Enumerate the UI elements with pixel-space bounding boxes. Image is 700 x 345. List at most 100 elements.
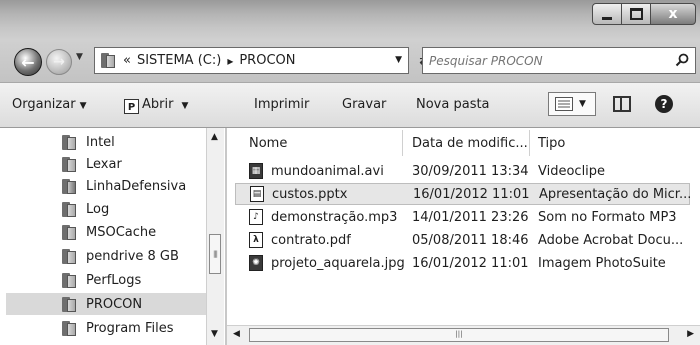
sidebar-item-procon[interactable]: PROCON <box>6 293 206 315</box>
sidebar-item-label: Intel <box>86 134 115 150</box>
presentation-file-icon: ▤ <box>250 186 264 202</box>
pdf-file-icon: λ <box>249 232 263 248</box>
command-bar: Organizar ▼ P Abrir ▼ Imprimir Gravar Nova … <box>0 82 700 128</box>
chevron-down-icon: ▼ <box>181 101 189 111</box>
search-input[interactable] <box>429 52 659 69</box>
navigation-pane: Intel Lexar LinhaDefensiva Log MSOCache … <box>0 128 226 345</box>
help-icon[interactable]: ? <box>655 95 673 113</box>
file-type: Apresentação do Micr... <box>539 187 692 202</box>
title-bar: x <box>0 0 700 40</box>
file-date: 14/01/2011 23:26 <box>412 210 529 225</box>
minimize-icon <box>602 16 612 20</box>
sidebar-item-log[interactable]: Log <box>6 198 206 220</box>
column-header-date[interactable]: Data de modific... <box>412 128 528 158</box>
file-name: custos.pptx <box>272 187 348 202</box>
column-header-type[interactable]: Tipo <box>538 128 565 158</box>
search-icon[interactable] <box>675 53 689 67</box>
back-arrow-icon: ← <box>21 52 35 72</box>
file-list: Nome Data de modific... Tipo ▦ mundoanim… <box>227 128 700 345</box>
sidebar-item-msocache[interactable]: MSOCache <box>6 221 206 243</box>
organize-label: Organizar <box>12 97 76 112</box>
file-type: Videoclipe <box>538 164 606 179</box>
horizontal-scrollbar[interactable]: ◀ ||| ▶ <box>227 325 700 345</box>
back-button[interactable]: ← <box>14 48 42 76</box>
address-bar[interactable]: « SISTEMA (C:) ▸ PROCON ▼ <box>94 47 409 74</box>
navigation-scrollbar[interactable]: ▲ ||| ▼ <box>206 128 224 345</box>
open-label: Abrir <box>142 97 174 112</box>
burn-label: Gravar <box>342 97 387 112</box>
print-label: Imprimir <box>254 97 310 112</box>
column-header-label: Nome <box>249 135 288 151</box>
close-icon: x <box>668 6 678 22</box>
folder-icon <box>101 53 115 68</box>
window-controls: x <box>592 3 696 25</box>
file-name: projeto_aquarela.jpg <box>271 256 405 271</box>
table-row[interactable]: ▤ custos.pptx 16/01/2012 11:01 Apresenta… <box>235 183 692 205</box>
chevron-down-icon: ▼ <box>79 101 87 111</box>
preview-pane-icon[interactable] <box>613 96 631 112</box>
new-folder-button[interactable]: Nova pasta <box>416 97 490 112</box>
folder-icon <box>62 134 76 150</box>
column-divider[interactable] <box>402 130 403 156</box>
sidebar-item-label: MSOCache <box>86 224 157 240</box>
search-box[interactable] <box>422 47 696 74</box>
burn-button[interactable]: Gravar <box>342 97 386 112</box>
address-dropdown-icon[interactable]: ▼ <box>395 55 402 65</box>
file-type: Som no Formato MP3 <box>538 210 677 225</box>
minimize-button[interactable] <box>592 3 622 25</box>
change-view-button[interactable]: ▼ <box>548 92 596 116</box>
sidebar-item-label: PerfLogs <box>86 272 142 288</box>
maximize-icon <box>629 8 643 20</box>
folder-icon <box>62 201 76 217</box>
forward-button[interactable]: → <box>46 49 72 75</box>
organize-button[interactable]: Organizar ▼ <box>12 97 86 112</box>
sidebar-item-perflogs[interactable]: PerfLogs <box>6 269 206 291</box>
close-button[interactable]: x <box>650 3 696 25</box>
address-overflow[interactable]: « <box>123 53 131 68</box>
table-row[interactable]: ♪ demonstração.mp3 14/01/2011 23:26 Som … <box>235 207 690 229</box>
sidebar-item-lexar[interactable]: Lexar <box>6 153 206 175</box>
breadcrumb-procon[interactable]: PROCON <box>239 53 295 68</box>
sidebar-item-program-files[interactable]: Program Files <box>6 317 206 339</box>
column-header-label: Tipo <box>538 135 566 151</box>
file-type: Adobe Acrobat Docu... <box>538 233 684 248</box>
shared-folder-icon <box>62 178 76 194</box>
column-header-label: Data de modific... <box>412 135 528 151</box>
sidebar-item-label: Program Files <box>86 320 174 336</box>
recent-pages-dropdown[interactable]: ▼ <box>76 52 83 62</box>
breadcrumb-sistema[interactable]: SISTEMA (C:) <box>137 53 221 68</box>
forward-arrow-icon: → <box>53 54 65 70</box>
column-divider[interactable] <box>529 130 530 156</box>
address-row: ← → ▼ « SISTEMA (C:) ▸ PROCON ▼ ⇄ <box>0 40 700 82</box>
video-file-icon: ▦ <box>249 163 263 179</box>
image-file-icon: ✺ <box>249 255 263 271</box>
file-name: demonstração.mp3 <box>271 210 398 225</box>
folder-icon <box>62 320 76 336</box>
maximize-button[interactable] <box>621 3 651 25</box>
table-row[interactable]: λ contrato.pdf 05/08/2011 18:46 Adobe Ac… <box>235 230 690 252</box>
column-header-name[interactable]: Nome <box>249 128 287 158</box>
folder-icon <box>62 224 76 240</box>
chevron-down-icon: ▼ <box>76 52 83 62</box>
folder-icon <box>62 272 76 288</box>
scroll-right-icon[interactable]: ▶ <box>687 329 694 339</box>
scroll-left-icon[interactable]: ◀ <box>233 329 240 339</box>
file-name: mundoanimal.avi <box>271 164 384 179</box>
table-row[interactable]: ✺ projeto_aquarela.jpg 16/01/2012 11:01 … <box>235 253 690 275</box>
sidebar-item-label: LinhaDefensiva <box>86 178 187 194</box>
print-button[interactable]: Imprimir <box>254 97 309 112</box>
details-view-icon <box>555 97 573 111</box>
sidebar-item-linhadefensiva[interactable]: LinhaDefensiva <box>6 175 206 197</box>
scroll-up-icon[interactable]: ▲ <box>211 132 218 142</box>
folder-icon <box>62 296 76 312</box>
breadcrumb-separator-icon[interactable]: ▸ <box>227 54 233 68</box>
scrollbar-thumb[interactable]: ||| <box>209 234 221 274</box>
explorer-window: x ← → ▼ « SISTEMA (C:) ▸ PROCON ▼ ⇄ Orga… <box>0 0 700 345</box>
scrollbar-thumb[interactable]: ||| <box>249 328 669 342</box>
scroll-down-icon[interactable]: ▼ <box>211 329 218 339</box>
sidebar-item-pendrive[interactable]: pendrive 8 GB <box>6 245 206 267</box>
table-row[interactable]: ▦ mundoanimal.avi 30/09/2011 13:34 Video… <box>235 161 690 183</box>
open-button[interactable]: P Abrir ▼ <box>124 97 188 114</box>
sidebar-item-intel[interactable]: Intel <box>6 131 206 153</box>
powerpoint-icon: P <box>124 99 139 114</box>
